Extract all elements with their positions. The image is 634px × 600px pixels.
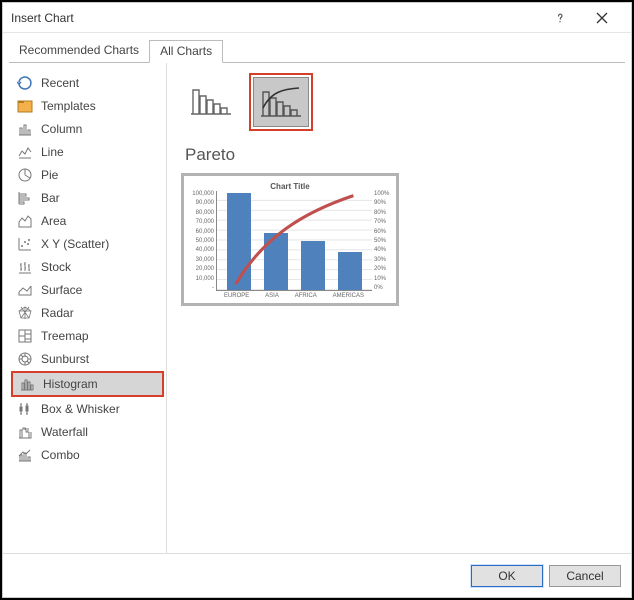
chart-subtype-row [181,73,611,131]
sidebar-item-area[interactable]: Area [11,210,164,232]
combo-icon [17,447,33,463]
sidebar-item-label: Histogram [43,377,98,391]
scatter-icon [17,236,33,252]
tab-strip: Recommended Charts All Charts [9,39,625,63]
sidebar-item-stock[interactable]: Stock [11,256,164,278]
sidebar-item-label: Recent [41,76,79,90]
plot-area [216,191,372,291]
tab-all-charts[interactable]: All Charts [149,40,223,63]
sidebar-item-column[interactable]: Column [11,118,164,140]
column-icon [17,121,33,137]
pie-icon [17,167,33,183]
templates-icon [17,98,33,114]
sidebar-item-templates[interactable]: Templates [11,95,164,117]
sidebar-item-label: Surface [41,283,82,297]
chart-preview[interactable]: Chart Title 100,00090,00080,00070,00060,… [181,173,399,306]
subtype-histogram[interactable] [183,75,239,125]
sidebar-item-boxwhisker[interactable]: Box & Whisker [11,398,164,420]
dialog-footer: OK Cancel [3,553,631,597]
subtype-name: Pareto [185,145,611,165]
subtype-pareto[interactable] [253,77,309,127]
sidebar-item-label: Column [41,122,82,136]
sidebar-item-label: Bar [41,191,60,205]
sunburst-icon [17,351,33,367]
histogram-icon [19,376,35,392]
help-button[interactable] [539,6,581,30]
waterfall-icon [17,424,33,440]
sidebar-item-label: Treemap [41,329,89,343]
sidebar-item-sunburst[interactable]: Sunburst [11,348,164,370]
treemap-icon [17,328,33,344]
surface-icon [17,282,33,298]
sidebar-item-label: Pie [41,168,58,182]
sidebar-item-combo[interactable]: Combo [11,444,164,466]
sidebar-item-label: Box & Whisker [41,402,120,416]
sidebar-item-label: Templates [41,99,96,113]
close-button[interactable] [581,6,623,30]
sidebar-item-radar[interactable]: Radar [11,302,164,324]
sidebar-item-label: Sunburst [41,352,89,366]
main-pane: Pareto Chart Title 100,00090,00080,00070… [167,63,625,553]
sidebar-item-label: Combo [41,448,80,462]
chart-category-sidebar: Recent Templates Column Line Pie Bar Are… [9,63,167,553]
tab-recommended[interactable]: Recommended Charts [9,40,149,63]
sidebar-item-recent[interactable]: Recent [11,72,164,94]
sidebar-item-waterfall[interactable]: Waterfall [11,421,164,443]
preview-title: Chart Title [190,182,390,191]
sidebar-item-pie[interactable]: Pie [11,164,164,186]
pareto-curve [217,191,372,346]
cancel-button[interactable]: Cancel [549,565,621,587]
area-icon [17,213,33,229]
sidebar-item-line[interactable]: Line [11,141,164,163]
bar-icon [17,190,33,206]
secondary-y-axis: 100%90%80%70%60%50%40%30%20%10%0% [372,191,390,291]
radar-icon [17,305,33,321]
insert-chart-dialog: Insert Chart Recommended Charts All Char… [2,2,632,598]
boxwhisker-icon [17,401,33,417]
sidebar-item-label: Line [41,145,64,159]
sidebar-item-label: Radar [41,306,74,320]
y-axis: 100,00090,00080,00070,00060,00050,00040,… [190,191,216,291]
ok-button[interactable]: OK [471,565,543,587]
titlebar: Insert Chart [3,3,631,33]
sidebar-item-label: Waterfall [41,425,88,439]
stock-icon [17,259,33,275]
sidebar-item-label: X Y (Scatter) [41,237,109,251]
recent-icon [17,75,33,91]
sidebar-item-label: Area [41,214,66,228]
sidebar-item-scatter[interactable]: X Y (Scatter) [11,233,164,255]
sidebar-item-histogram[interactable]: Histogram [13,373,162,395]
dialog-title: Insert Chart [11,11,539,25]
sidebar-item-label: Stock [41,260,71,274]
sidebar-item-bar[interactable]: Bar [11,187,164,209]
line-icon [17,144,33,160]
sidebar-item-surface[interactable]: Surface [11,279,164,301]
sidebar-item-treemap[interactable]: Treemap [11,325,164,347]
